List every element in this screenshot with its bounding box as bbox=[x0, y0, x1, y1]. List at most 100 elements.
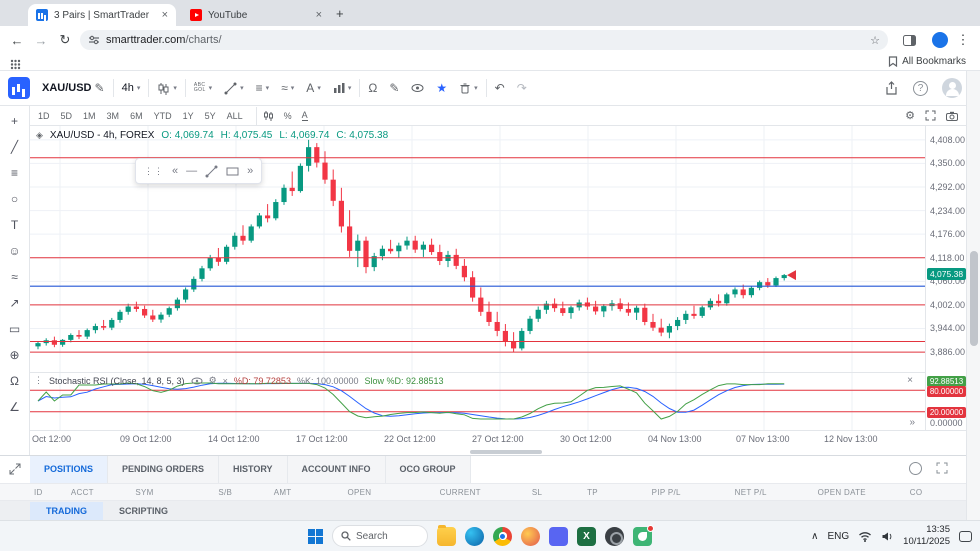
firefox-icon[interactable] bbox=[521, 526, 540, 546]
remove-drawings-button[interactable]: ▾ bbox=[453, 76, 484, 100]
volume-icon[interactable] bbox=[881, 531, 894, 542]
line-tools-button[interactable]: ▾ bbox=[218, 76, 250, 100]
zoom-icon[interactable]: ⊕ bbox=[5, 346, 25, 363]
panel-tab-pending-orders[interactable]: PENDING ORDERS bbox=[108, 456, 220, 483]
scrollbar-thumb[interactable] bbox=[970, 251, 978, 346]
back-icon[interactable]: ← bbox=[8, 31, 26, 49]
panel-tab-account-info[interactable]: ACCOUNT INFO bbox=[287, 456, 386, 483]
range-1m[interactable]: 1M bbox=[83, 111, 96, 121]
all-bookmarks-button[interactable]: All Bookmarks bbox=[888, 56, 966, 67]
hline-tool-icon[interactable]: — bbox=[186, 165, 197, 177]
fib-retracement-icon[interactable]: ≡ bbox=[5, 164, 25, 181]
chart-area[interactable]: ◈ XAU/USD - 4h, FOREX O: 4,069.74 H: 4,0… bbox=[30, 126, 966, 455]
range-3m[interactable]: 3M bbox=[107, 111, 120, 121]
favorites-button[interactable]: ★ bbox=[430, 76, 453, 100]
taskbar-clock[interactable]: 13:35 10/11/2025 bbox=[903, 524, 950, 549]
range-5d[interactable]: 5D bbox=[61, 111, 73, 121]
line-style-button[interactable]: ≡ ▾ bbox=[250, 76, 276, 100]
close-tab-icon[interactable]: × bbox=[316, 9, 322, 21]
browser-tab-youtube[interactable]: YouTube × bbox=[182, 4, 330, 26]
bookmark-star-icon[interactable]: ☆ bbox=[870, 34, 880, 47]
range-5y[interactable]: 5Y bbox=[205, 111, 216, 121]
more-icon[interactable]: ⋮ bbox=[34, 375, 43, 386]
trendline-tool-icon[interactable] bbox=[205, 165, 218, 178]
page-scrollbar[interactable] bbox=[966, 71, 980, 520]
collapse-right-icon[interactable]: » bbox=[247, 165, 253, 177]
chart-style-icon[interactable] bbox=[263, 110, 274, 121]
help-icon[interactable]: ? bbox=[913, 80, 928, 96]
trendline-icon[interactable]: ╱ bbox=[5, 138, 25, 155]
taskbar-search[interactable]: Search bbox=[332, 525, 428, 547]
measure-icon[interactable]: ▭ bbox=[5, 320, 25, 337]
app-icon-purple[interactable] bbox=[549, 526, 568, 546]
gear-icon[interactable]: ⚙ bbox=[905, 109, 915, 122]
forward-icon[interactable]: → bbox=[32, 31, 50, 49]
reload-icon[interactable]: ↻ bbox=[56, 31, 74, 49]
forecast-icon[interactable]: ↗ bbox=[5, 294, 25, 311]
text-tool-icon[interactable]: T bbox=[5, 216, 25, 233]
emoji-icon[interactable]: ☺ bbox=[5, 242, 25, 259]
symbol-button[interactable]: XAU/USD ✎ bbox=[36, 76, 111, 100]
share-icon[interactable] bbox=[884, 80, 899, 96]
record-icon[interactable] bbox=[909, 462, 922, 475]
expand-panel-icon[interactable] bbox=[9, 463, 21, 475]
floating-drawing-toolbar[interactable]: ⋮⋮ « — » bbox=[135, 158, 263, 184]
panel-tab-oco-group[interactable]: OCO GROUP bbox=[385, 456, 471, 483]
pane-expand-icon[interactable]: » bbox=[909, 417, 915, 428]
messenger-app-icon[interactable] bbox=[633, 524, 654, 546]
profile-avatar[interactable] bbox=[932, 32, 948, 48]
tray-chevron-icon[interactable]: ∧ bbox=[811, 531, 818, 542]
shapes-icon[interactable]: ○ bbox=[5, 190, 25, 207]
percent-scale-icon[interactable]: % bbox=[284, 111, 292, 121]
camera-icon[interactable] bbox=[946, 111, 958, 121]
undo-button[interactable]: ↶ bbox=[489, 76, 511, 100]
workspace-tab-trading[interactable]: TRADING bbox=[30, 502, 103, 520]
camera-app-icon[interactable] bbox=[605, 526, 624, 546]
hscrollbar-thumb[interactable] bbox=[470, 450, 542, 454]
price-axis[interactable]: 4,408.00 4,350.00 4,292.00 4,234.00 4,176.00… bbox=[925, 126, 966, 430]
workspace-tab-scripting[interactable]: SCRIPTING bbox=[103, 502, 184, 520]
rectangle-tool-icon[interactable] bbox=[226, 166, 239, 177]
browser-menu-icon[interactable]: ⋮ bbox=[954, 31, 972, 49]
drag-handle-icon[interactable]: ⋮⋮ bbox=[144, 166, 164, 177]
crosshair-icon[interactable]: + bbox=[5, 112, 25, 129]
chrome-icon[interactable] bbox=[493, 526, 512, 546]
smarttrader-logo[interactable] bbox=[8, 77, 30, 99]
side-panel-icon[interactable] bbox=[900, 31, 918, 49]
language-indicator[interactable]: ENG bbox=[827, 531, 849, 542]
pattern-icon[interactable]: ≈ bbox=[5, 268, 25, 285]
compare-button[interactable]: ABC GOL ▾ bbox=[188, 76, 218, 100]
browser-tab-smarttrader[interactable]: 3 Pairs | SmartTrader × bbox=[28, 4, 176, 26]
eye-icon[interactable] bbox=[191, 377, 203, 385]
range-6m[interactable]: 6M bbox=[130, 111, 143, 121]
panel-tab-history[interactable]: HISTORY bbox=[219, 456, 288, 483]
stochastic-pane[interactable]: ⋮ Stochastic RSI (Close, 14, 8, 5, 3) ⚙ … bbox=[30, 372, 925, 431]
delete-indicator-icon[interactable]: × bbox=[223, 376, 228, 386]
close-tab-icon[interactable]: × bbox=[162, 9, 168, 21]
draw-button[interactable]: ✎ bbox=[383, 76, 405, 100]
start-button[interactable] bbox=[308, 528, 323, 544]
panel-fullscreen-icon[interactable] bbox=[936, 462, 948, 474]
fullscreen-icon[interactable] bbox=[925, 110, 936, 121]
notification-center-icon[interactable] bbox=[959, 530, 972, 542]
range-1d[interactable]: 1D bbox=[38, 111, 50, 121]
range-all[interactable]: ALL bbox=[227, 111, 243, 121]
magnet-button[interactable]: Ω bbox=[362, 76, 383, 100]
text-tool-button[interactable]: A ▾ bbox=[300, 76, 327, 100]
edge-icon[interactable] bbox=[465, 526, 484, 546]
excel-icon[interactable]: X bbox=[577, 526, 596, 546]
new-tab-button[interactable]: + bbox=[336, 6, 344, 21]
collapse-left-icon[interactable]: « bbox=[172, 165, 178, 177]
auto-scale-icon[interactable]: A bbox=[301, 110, 308, 121]
panel-tab-positions[interactable]: POSITIONS bbox=[30, 456, 109, 483]
address-bar[interactable]: smarttrader.com/charts/ ☆ bbox=[80, 30, 888, 50]
range-1y[interactable]: 1Y bbox=[183, 111, 194, 121]
magnet-icon[interactable]: Ω bbox=[5, 372, 25, 389]
settings-icon[interactable]: ⚙ bbox=[209, 375, 217, 386]
hide-drawings-button[interactable] bbox=[405, 76, 430, 100]
time-axis[interactable]: Oct 12:00 09 Oct 12:00 14 Oct 12:00 17 Oct … bbox=[30, 430, 966, 448]
columns-button[interactable]: ▾ bbox=[327, 76, 358, 100]
range-ytd[interactable]: YTD bbox=[154, 111, 172, 121]
file-explorer-icon[interactable] bbox=[437, 524, 456, 546]
patterns-button[interactable]: ≈ ▾ bbox=[275, 76, 300, 100]
